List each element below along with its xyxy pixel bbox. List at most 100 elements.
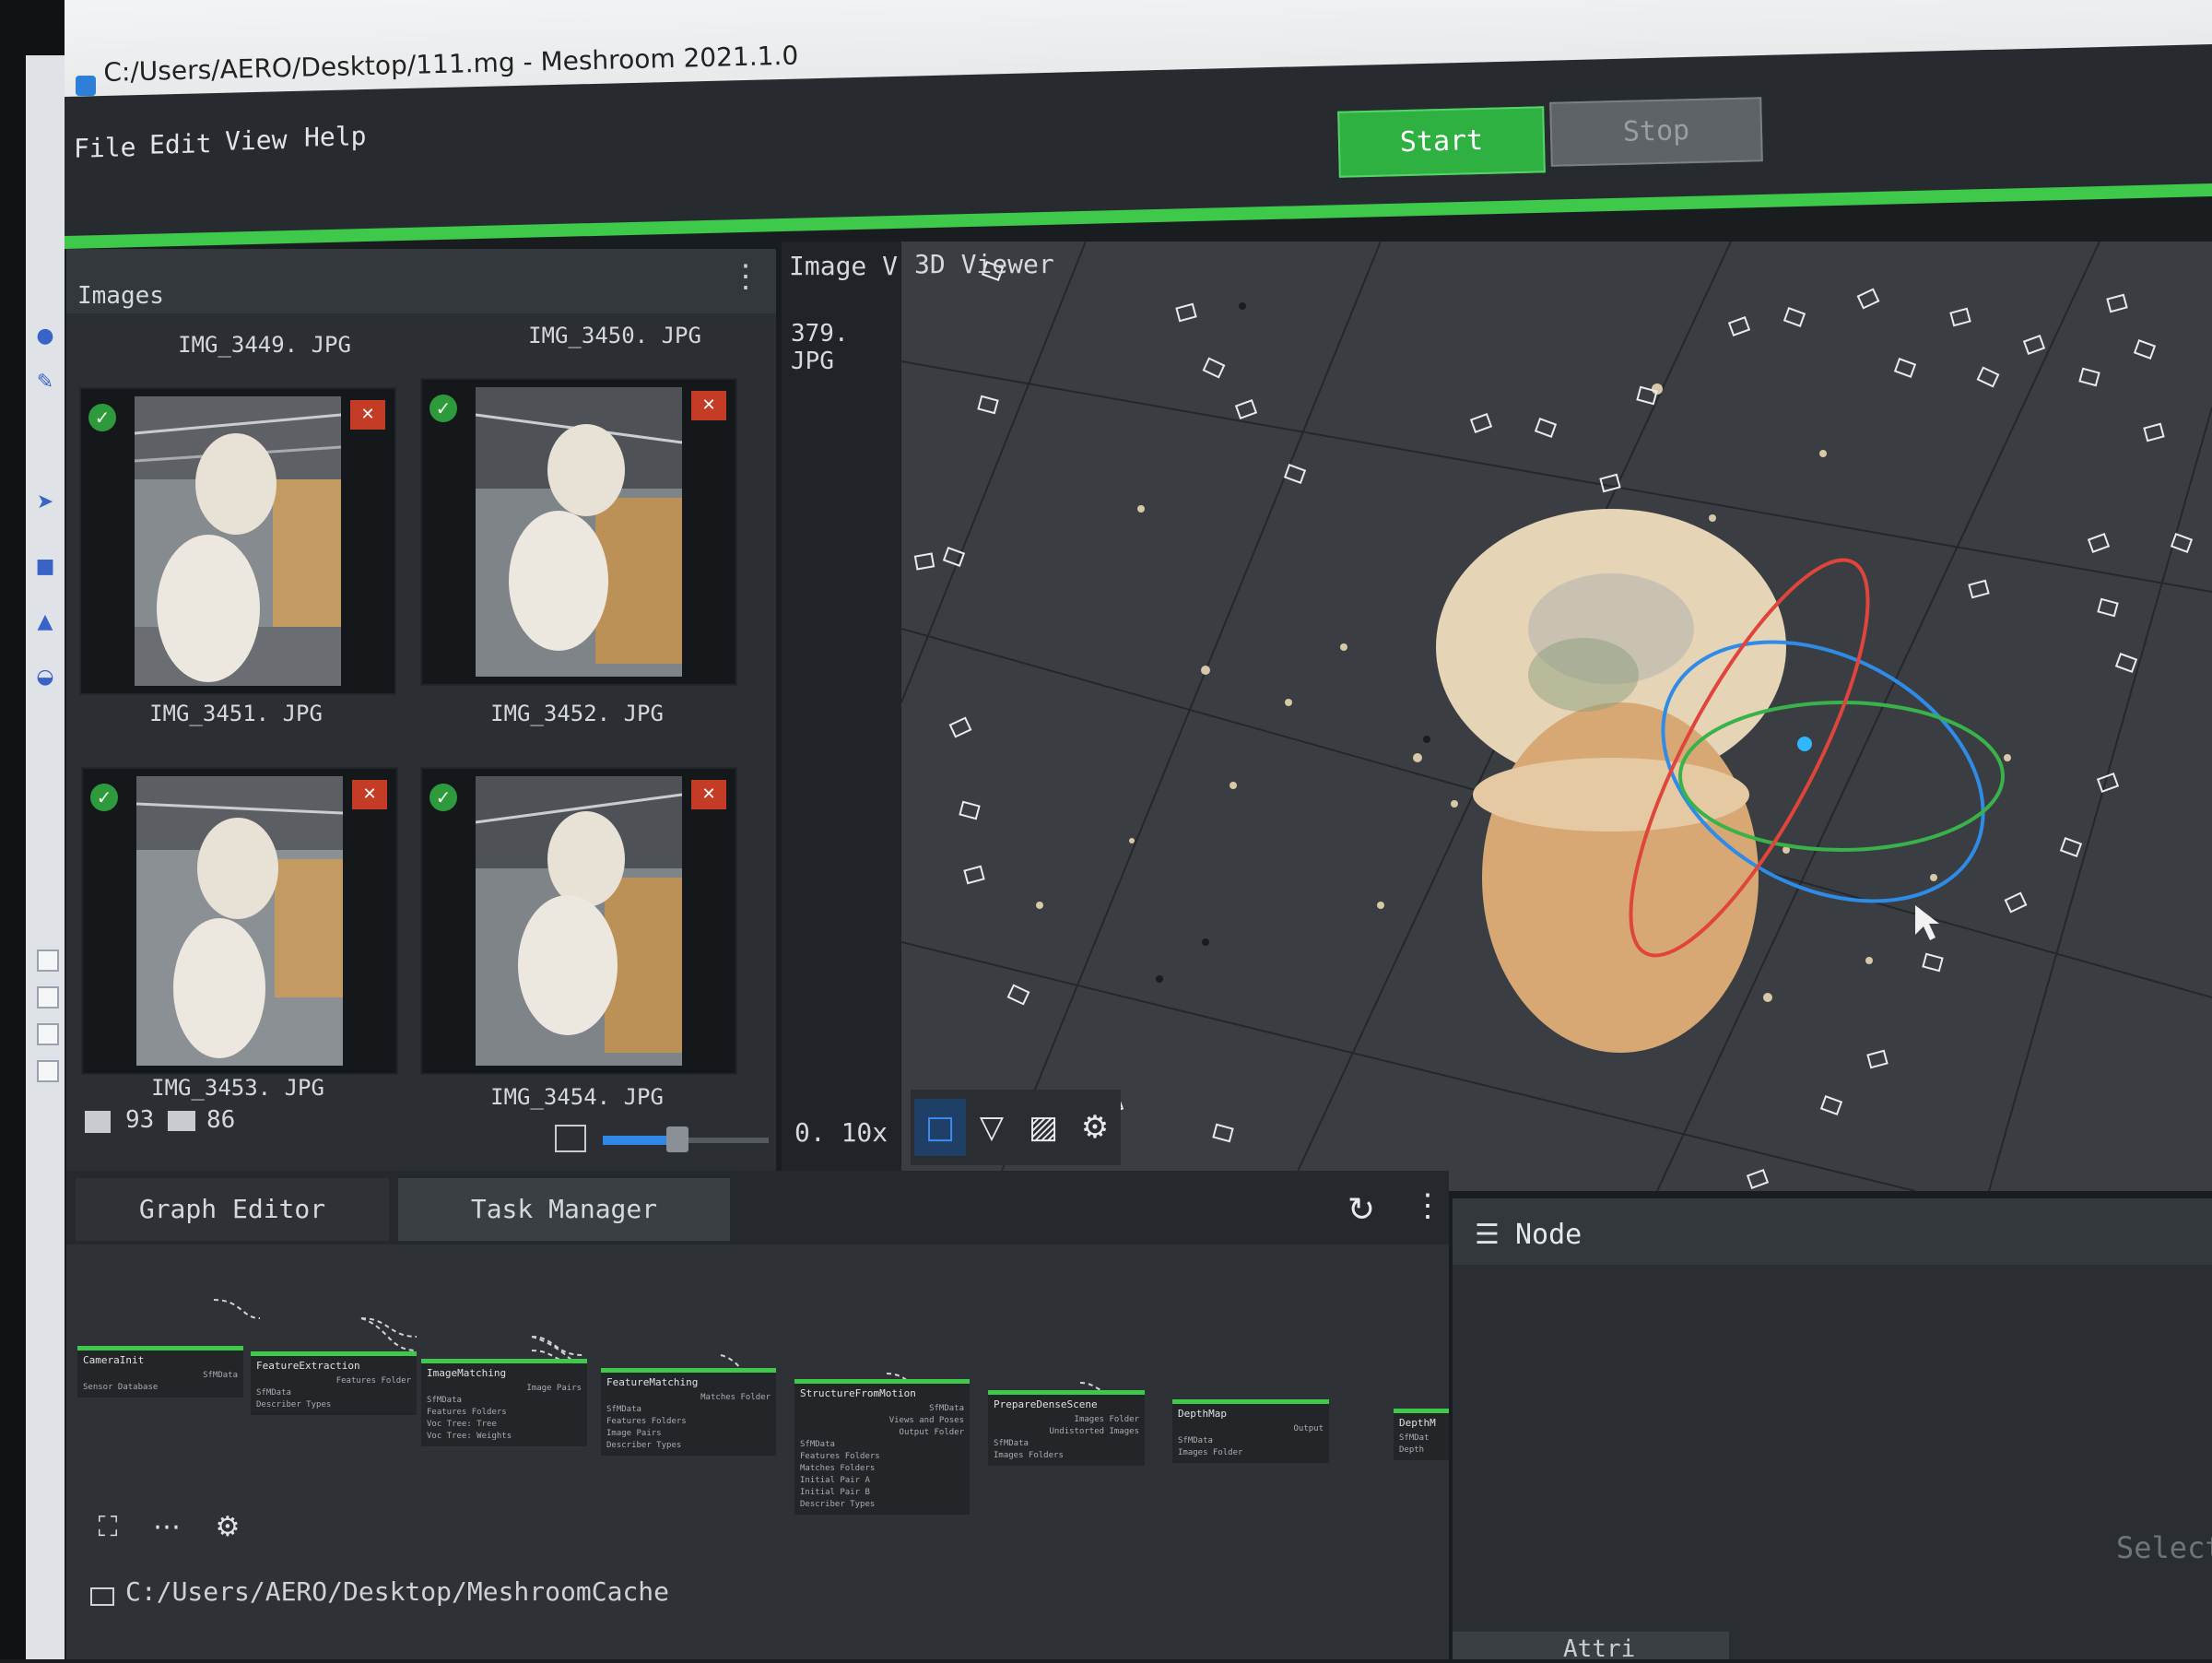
tab-graph-editor[interactable]: Graph Editor [76,1178,389,1241]
node-attr: Describer Types [606,1441,682,1450]
node-panel-header: ☰ Node [1453,1198,2212,1265]
node-panel-title: Node [1515,1219,1583,1251]
node-attr: Images Folders [994,1451,1064,1460]
graph-node-imagematching[interactable]: ImageMatching Image Pairs SfMData Featur… [421,1359,587,1446]
cache-path: C:/Users/AERO/Desktop/MeshroomCache [125,1576,670,1607]
settings-icon[interactable]: ⚙ [203,1503,253,1552]
node-attr: SfMData [800,1440,835,1449]
reconstructed-check-icon: ✓ [88,404,116,431]
graph-node-featureextraction[interactable]: FeatureExtraction Features Folder SfMDat… [251,1351,417,1415]
reconstructed-check-icon: ✓ [429,395,457,422]
camera-missing-icon: ✕ [352,780,387,809]
node-attr: Initial Pair A [800,1476,870,1485]
checkbox[interactable] [37,949,59,972]
menu-file[interactable]: File [74,132,135,164]
node-title: FeatureMatching [606,1376,699,1388]
node-title: FeatureExtraction [256,1360,360,1372]
reconstructed-check-icon: ✓ [90,784,118,811]
triangle-icon[interactable]: ▽ [966,1099,1018,1156]
thumbnail-photo [136,776,343,1066]
graph-editor-toolbar: ⛶ ⋯ ⚙ [83,1493,258,1567]
3d-scene[interactable] [901,242,2212,1191]
settings-icon[interactable]: ⚙ [1069,1099,1121,1156]
cube-icon[interactable]: ■ [31,553,59,581]
node-attr: SfMData [994,1439,1029,1448]
folder-icon [90,1587,114,1606]
node-title: PrepareDenseScene [994,1398,1098,1410]
square-icon[interactable]: □ [914,1099,966,1156]
image-thumbnail[interactable]: ✓ ✕ [79,387,396,695]
node-attr: Images Folder [1178,1448,1243,1457]
image-caption: IMG_3453. JPG [151,1075,324,1101]
checkbox[interactable] [37,1060,59,1082]
node-attr: SfMData [256,1388,291,1398]
3d-viewer-panel[interactable]: 3D Viewer □ ▽ ▨ ⚙ [901,242,2212,1191]
node-attr: Output Folder [899,1428,964,1437]
tab-task-manager[interactable]: Task Manager [398,1178,730,1241]
texture-icon[interactable]: ▨ [1018,1099,1069,1156]
node-attr: Image Pairs [606,1429,662,1438]
node-attr: Views and Poses [888,1416,964,1425]
node-attr: Describer Types [256,1400,332,1409]
sliders-icon: ☰ [1475,1219,1500,1251]
stop-button[interactable]: Stop [1549,97,1763,167]
disc-icon[interactable]: ◒ [31,664,59,691]
graph-editor-tabs: Graph Editor Task Manager ↻ ⋮ [66,1171,1449,1244]
node-attr: Depth [1399,1445,1425,1455]
image-caption: IMG_3451. JPG [149,701,323,726]
cone-icon[interactable]: ▲ [31,608,59,636]
menu-edit[interactable]: Edit [149,128,211,160]
menu-help[interactable]: Help [304,121,366,153]
more-options-icon[interactable]: ⋮ [730,258,761,295]
image-count: 93 [125,1106,155,1134]
checkbox[interactable] [37,986,59,1008]
node-attr: Image Pairs [526,1384,582,1393]
image-caption: IMG_3450. JPG [528,323,701,348]
node-attr: Voc Tree: Weights [427,1432,512,1441]
node-attr: Features Folders [427,1408,507,1417]
more-options-icon[interactable]: ⋮ [1412,1187,1443,1224]
node-title: DepthMap [1178,1408,1227,1420]
image-caption: IMG_3454. JPG [490,1084,664,1110]
node-attr: SfMData [427,1396,462,1405]
graph-node-featurematching[interactable]: FeatureMatching Matches Folder SfMData F… [601,1368,776,1456]
point-cloud [1436,509,1786,1053]
node-attr: Sensor Database [83,1383,159,1392]
graph-node-depthmapfilter[interactable]: DepthM SfMDat Depth [1394,1409,1449,1460]
node-attr: Initial Pair B [800,1488,870,1497]
image-caption: IMG_3449. JPG [178,332,351,358]
image-thumbnail[interactable]: ✓ ✕ [420,767,737,1075]
tab-3d-viewer[interactable]: 3D Viewer [914,249,1054,279]
images-panel: Images ⋮ IMG_3449. JPG IMG_3450. JPG ✓ ✕… [66,249,776,1171]
graph-node-preparedensescene[interactable]: PrepareDenseScene Images Folder Undistor… [988,1390,1145,1466]
zoom-level: 0. 10x [794,1117,888,1148]
node-attr: Describer Types [800,1500,876,1509]
fit-view-icon[interactable]: ⛶ [83,1503,133,1552]
node-attr: SfMData [929,1404,964,1413]
node-attr: SfMDat [1399,1433,1430,1443]
images-panel-title: Images [77,282,164,310]
connect-icon[interactable]: ⋯ [142,1503,192,1552]
checkbox[interactable] [37,1023,59,1045]
image-thumbnail[interactable]: ✓ ✕ [420,378,737,686]
pen-icon[interactable]: ✎ [31,369,59,396]
node-title: DepthM [1399,1417,1436,1429]
slider-handle[interactable] [666,1126,688,1152]
camera-missing-icon: ✕ [691,780,726,809]
menu-view[interactable]: View [225,124,287,157]
graph-node-camerainit[interactable]: CameraInit SfMData Sensor Database [77,1346,243,1398]
refresh-icon[interactable]: ↻ [1347,1191,1375,1229]
image-thumbnail[interactable]: ✓ ✕ [81,767,398,1075]
node-attr: Images Folder [1074,1415,1139,1424]
image-viewer-panel: Image V 379. JPG 0. 10x [782,242,901,1182]
start-button[interactable]: Start [1337,106,1546,178]
tab-image-viewer[interactable]: Image V [789,251,898,281]
node-attr: Features Folder [335,1376,411,1386]
graph-node-depthmap[interactable]: DepthMap Output SfMData Images Folder [1172,1399,1329,1463]
node-attr: Matches Folder [700,1393,771,1402]
camera-missing-icon: ✕ [350,400,385,430]
pointer-icon[interactable]: ➤ [31,489,59,516]
graph-node-structurefrommotion[interactable]: StructureFromMotion SfMData Views and Po… [794,1379,970,1515]
circle-icon[interactable]: ● [31,323,59,350]
node-attr: Undistorted Images [1049,1427,1139,1436]
